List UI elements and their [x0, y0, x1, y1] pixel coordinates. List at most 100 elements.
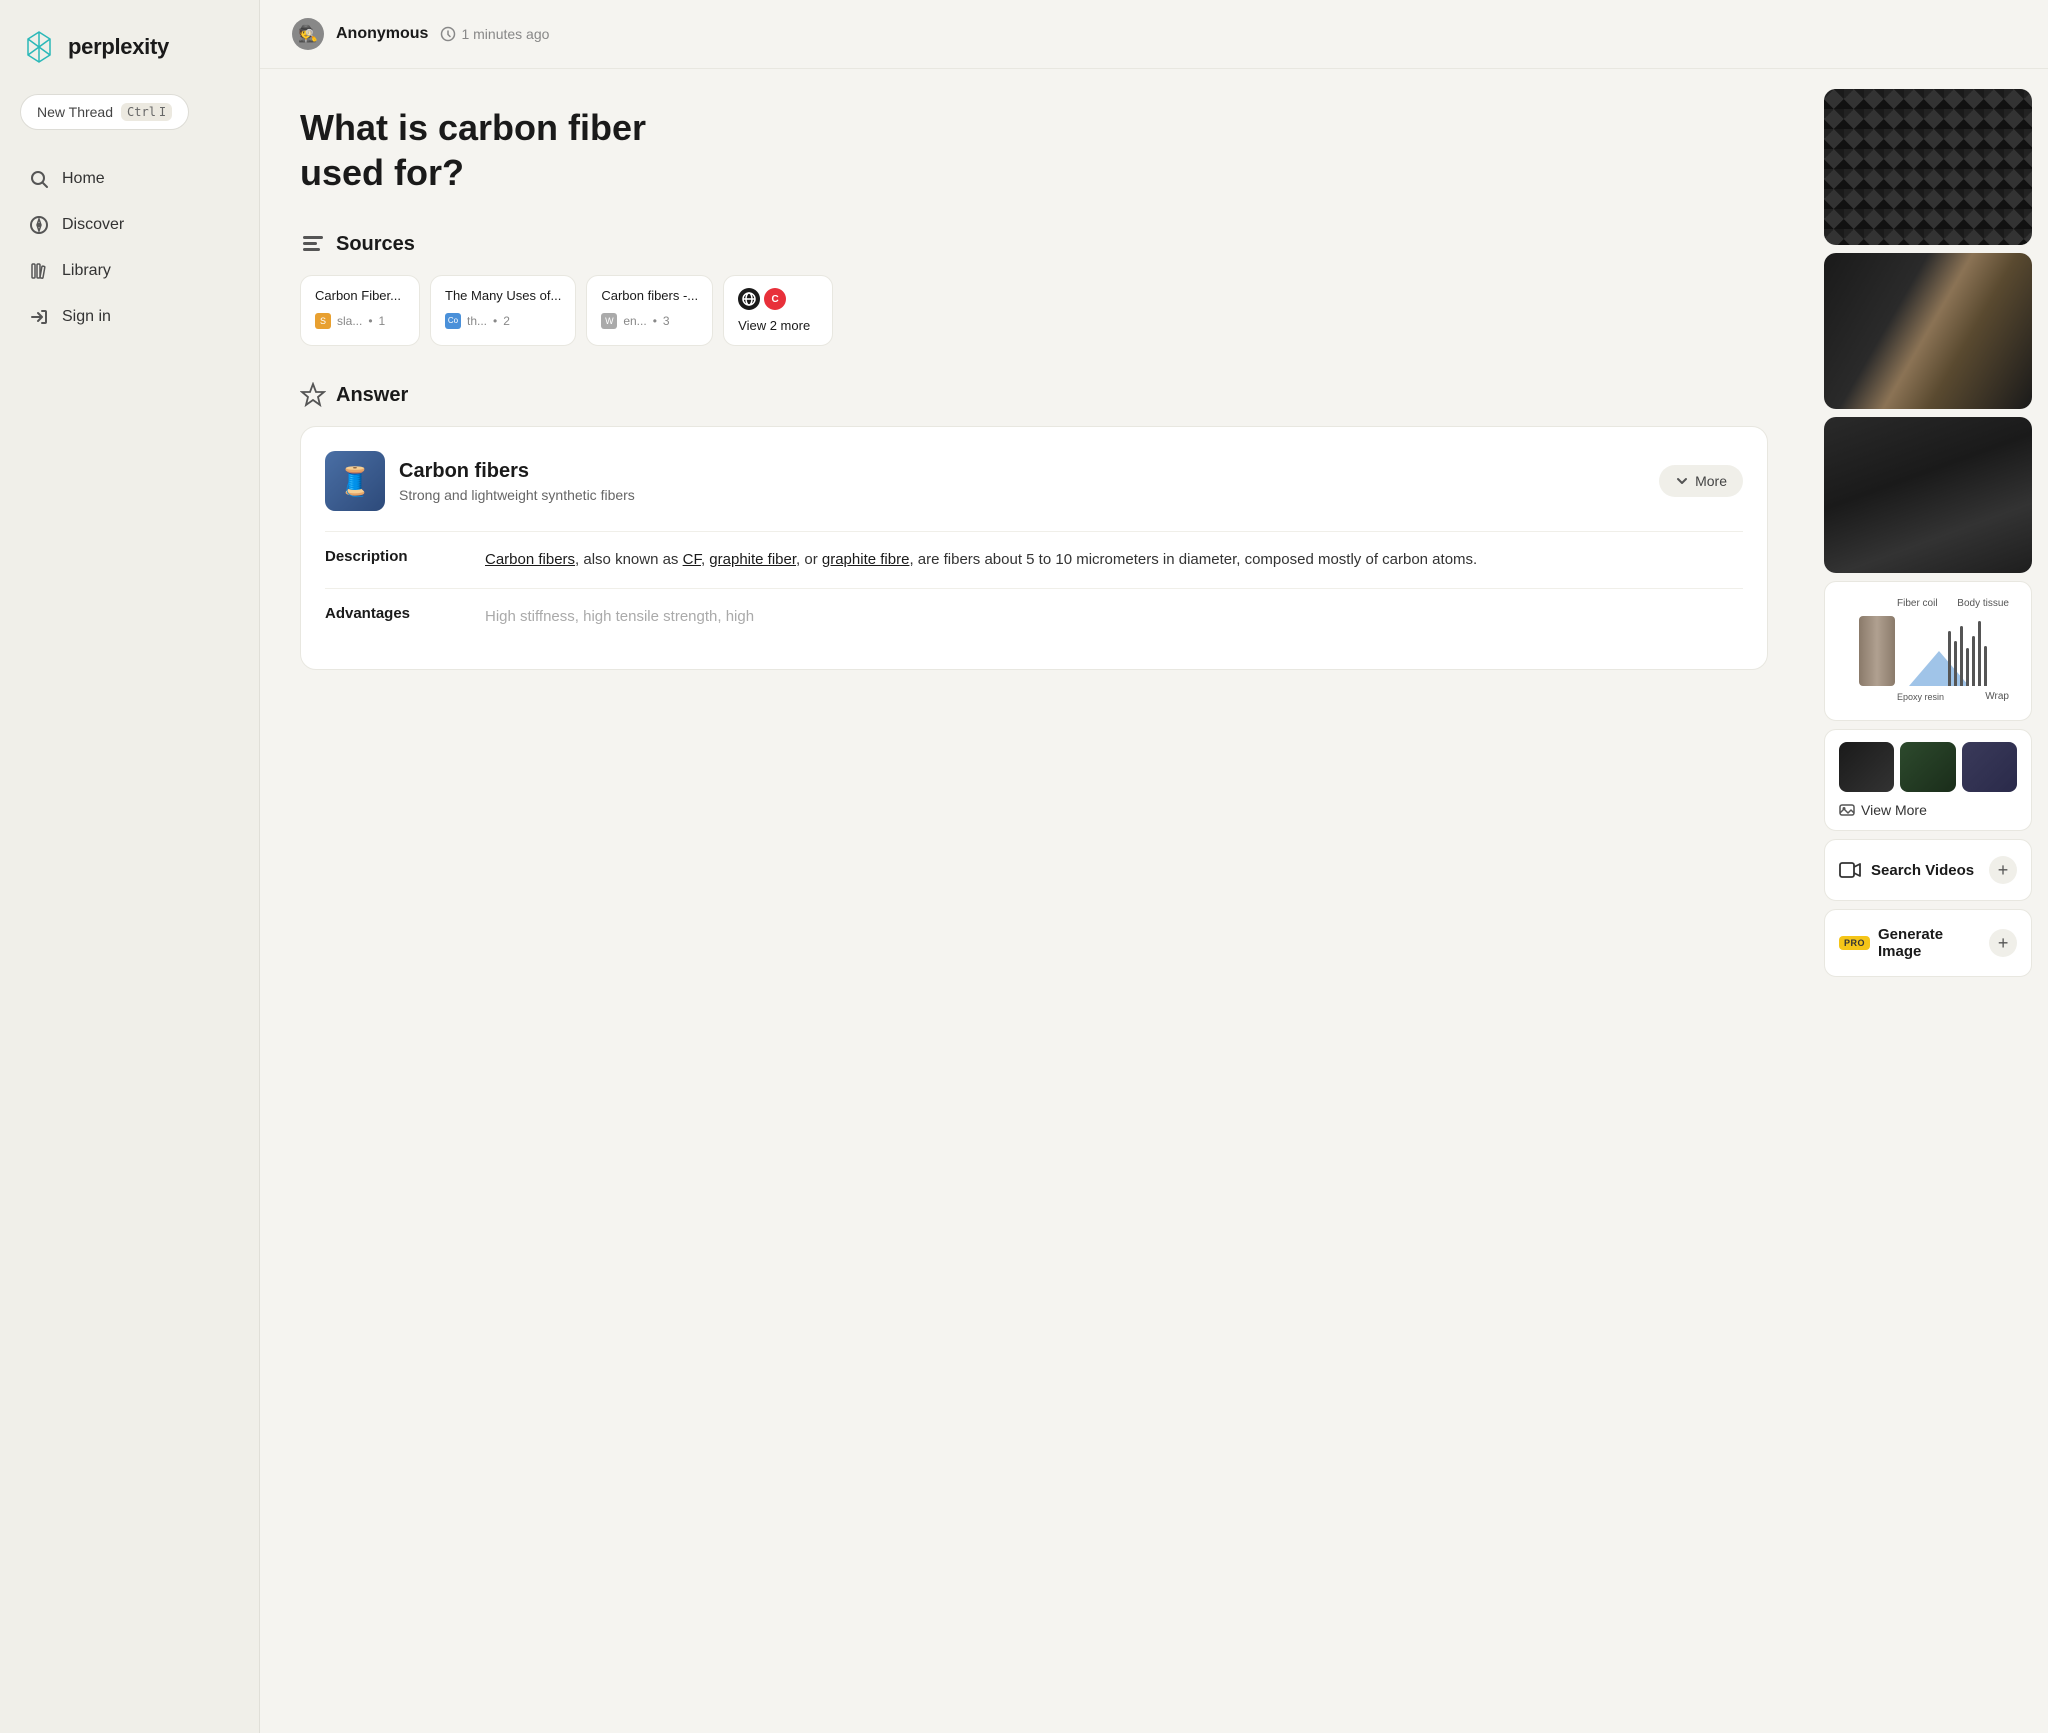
- graphite-fibre-link[interactable]: graphite fibre: [822, 551, 910, 568]
- cf-link[interactable]: Carbon fibers: [485, 551, 575, 568]
- epoxy-resin-label: Epoxy resin: [1897, 692, 1944, 702]
- mini-thumb-2[interactable]: [1900, 742, 1955, 792]
- sidebar-item-library[interactable]: Library: [20, 250, 239, 292]
- username: Anonymous: [336, 25, 428, 43]
- diagram-spikes: [1948, 621, 1987, 686]
- source-site-2: th...: [467, 314, 487, 328]
- globe-icon: [738, 288, 760, 310]
- advantages-row: Advantages High stiffness, high tensile …: [325, 588, 1743, 645]
- keyboard-shortcut: Ctrl I: [121, 103, 172, 121]
- view-more-images-button[interactable]: View More: [1839, 802, 2017, 818]
- advantages-label: Advantages: [325, 605, 465, 629]
- graphite-fiber-link[interactable]: graphite fiber: [709, 551, 796, 568]
- source-card-3[interactable]: Carbon fibers -... W en... • 3: [586, 275, 713, 346]
- answer-card-text: Carbon fibers Strong and lightweight syn…: [399, 460, 1645, 503]
- source-meta-3: W en... • 3: [601, 313, 698, 329]
- sidebar-item-home[interactable]: Home: [20, 158, 239, 200]
- source-favicon-2: Co: [445, 313, 461, 329]
- timestamp: 1 minutes ago: [440, 26, 549, 42]
- answer-card: 🧵 Carbon fibers Strong and lightweight s…: [300, 426, 1768, 670]
- search-videos-plus-button[interactable]: +: [1989, 856, 2017, 884]
- sources-icon: [300, 231, 326, 257]
- generate-image-label: Generate Image: [1878, 926, 1989, 960]
- view-more-images-label: View More: [1861, 802, 1927, 818]
- home-label: Home: [62, 170, 105, 188]
- source-favicon-1: S: [315, 313, 331, 329]
- chevron-down-icon: [1675, 474, 1689, 488]
- image-carbon-weave[interactable]: [1824, 89, 2032, 245]
- signin-icon: [28, 306, 50, 328]
- answer-card-header: 🧵 Carbon fibers Strong and lightweight s…: [325, 451, 1743, 511]
- advantages-value: High stiffness, high tensile strength, h…: [485, 605, 754, 629]
- diagram-roll: [1859, 616, 1895, 686]
- logo-text: perplexity: [68, 34, 169, 60]
- image-icon: [1839, 802, 1855, 818]
- source-favicon-3: W: [601, 313, 617, 329]
- right-panel: Fiber coil Body tissue Epoxy resin: [1808, 69, 2048, 1733]
- search-icon: [28, 168, 50, 190]
- generate-image-plus-button[interactable]: +: [1989, 929, 2017, 957]
- answer-section-header: Answer: [300, 382, 1768, 408]
- cf-link-2[interactable]: CF: [683, 551, 701, 568]
- compass-icon: [28, 214, 50, 236]
- view-more-label: View 2 more: [738, 318, 810, 333]
- video-icon: [1839, 859, 1861, 881]
- top-bar: 🕵️ Anonymous 1 minutes ago: [260, 0, 2048, 69]
- image-carbon-detail[interactable]: [1824, 253, 2032, 409]
- more-button[interactable]: More: [1659, 465, 1743, 497]
- view-more-icons: C: [738, 288, 786, 310]
- search-videos-label: Search Videos: [1871, 862, 1974, 879]
- library-label: Library: [62, 262, 111, 280]
- image-carbon-curve[interactable]: [1824, 417, 2032, 573]
- logo-area: perplexity: [20, 28, 239, 66]
- description-label: Description: [325, 548, 465, 572]
- generate-image-button[interactable]: PRO Generate Image +: [1824, 909, 2032, 977]
- sources-title: Sources: [336, 233, 415, 256]
- info-table: Description Carbon fibers, also known as…: [325, 531, 1743, 645]
- answer-thumbnail: 🧵: [325, 451, 385, 511]
- source-num-1: 1: [379, 314, 386, 328]
- answer-title: Answer: [336, 384, 408, 407]
- content-area: What is carbon fiberused for? Sources Ca…: [260, 69, 2048, 1733]
- sidebar-item-discover[interactable]: Discover: [20, 204, 239, 246]
- sidebar-nav: Home Discover Library: [20, 158, 239, 342]
- discover-label: Discover: [62, 216, 124, 234]
- source-card-1[interactable]: Carbon Fiber... S sla... • 1: [300, 275, 420, 346]
- mini-thumb-3[interactable]: [1962, 742, 2017, 792]
- pro-badge: PRO: [1839, 936, 1870, 950]
- perplexity-logo-icon: [20, 28, 58, 66]
- view-more-panel: View More: [1824, 729, 2032, 831]
- diagram-card: Fiber coil Body tissue Epoxy resin: [1824, 581, 2032, 721]
- source-num-3: 3: [663, 314, 670, 328]
- new-thread-label: New Thread: [37, 104, 113, 120]
- main-area: 🕵️ Anonymous 1 minutes ago What is carbo…: [260, 0, 2048, 1733]
- view-more-sources-button[interactable]: C View 2 more: [723, 275, 833, 346]
- library-icon: [28, 260, 50, 282]
- source-meta-2: Co th... • 2: [445, 313, 561, 329]
- source-title-2: The Many Uses of...: [445, 288, 561, 305]
- answer-card-subtitle: Strong and lightweight synthetic fibers: [399, 487, 1645, 503]
- description-row: Description Carbon fibers, also known as…: [325, 531, 1743, 588]
- source-meta-1: S sla... • 1: [315, 313, 405, 329]
- source-site-3: en...: [623, 314, 646, 328]
- avatar: 🕵️: [292, 18, 324, 50]
- search-videos-left: Search Videos: [1839, 859, 1974, 881]
- source-title-1: Carbon Fiber...: [315, 288, 405, 305]
- search-videos-button[interactable]: Search Videos +: [1824, 839, 2032, 901]
- signin-label: Sign in: [62, 308, 111, 326]
- answer-column: What is carbon fiberused for? Sources Ca…: [260, 69, 1808, 1733]
- answer-icon: [300, 382, 326, 408]
- sidebar-item-signin[interactable]: Sign in: [20, 296, 239, 338]
- new-thread-button[interactable]: New Thread Ctrl I: [20, 94, 189, 130]
- generate-left: PRO Generate Image: [1839, 926, 1989, 960]
- description-value: Carbon fibers, also known as CF, graphit…: [485, 548, 1477, 572]
- source-dot-1: •: [368, 314, 372, 328]
- sources-grid: Carbon Fiber... S sla... • 1 The Many Us…: [300, 275, 1768, 346]
- question-title: What is carbon fiberused for?: [300, 105, 880, 195]
- source-title-3: Carbon fibers -...: [601, 288, 698, 305]
- source-card-2[interactable]: The Many Uses of... Co th... • 2: [430, 275, 576, 346]
- source-site-1: sla...: [337, 314, 362, 328]
- sources-section-header: Sources: [300, 231, 1768, 257]
- mini-thumb-1[interactable]: [1839, 742, 1894, 792]
- sidebar: perplexity New Thread Ctrl I Home: [0, 0, 260, 1733]
